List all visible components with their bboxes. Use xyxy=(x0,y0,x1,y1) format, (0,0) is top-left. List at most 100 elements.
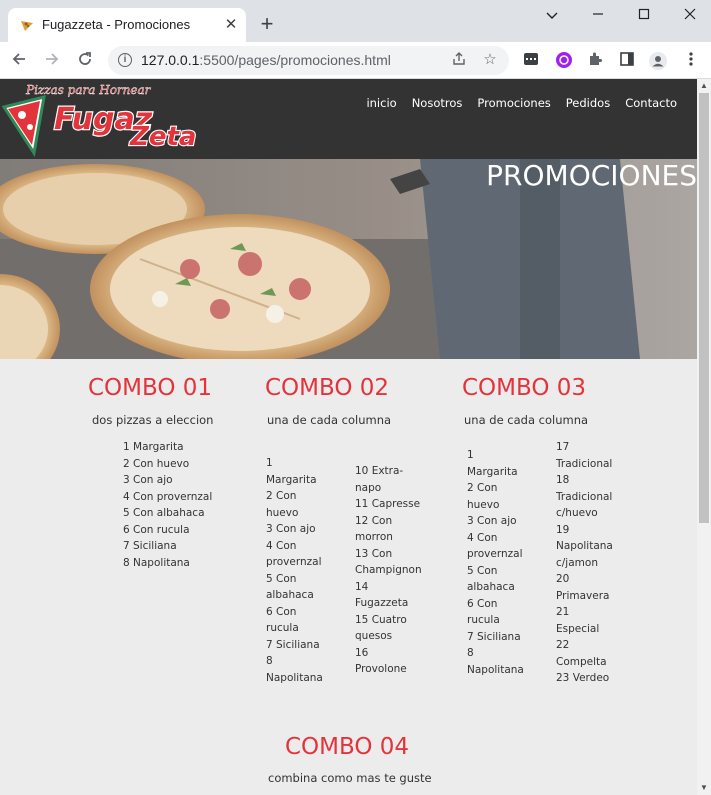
browser-tabstrip: Fugazzeta - Promociones ✕ + xyxy=(0,0,711,42)
list-item: Champignon xyxy=(355,564,422,576)
combo-03-title: COMBO 03 xyxy=(462,375,587,401)
nav-link-nosotros[interactable]: Nosotros xyxy=(412,96,463,110)
list-item: 13 Con xyxy=(355,547,393,560)
nav-link-pedidos[interactable]: Pedidos xyxy=(566,96,610,110)
list-item: 7 Siciliana xyxy=(266,638,320,651)
reload-icon[interactable] xyxy=(74,50,96,72)
nav-link-promociones[interactable]: Promociones xyxy=(477,96,550,110)
list-item: 1 xyxy=(467,449,474,461)
list-item: 17 xyxy=(556,441,570,453)
list-item: 8 xyxy=(266,655,273,667)
list-item: 23 Verdeo xyxy=(556,672,610,684)
list-item: Especial xyxy=(556,622,600,635)
bookmark-star-icon[interactable]: ☆ xyxy=(481,51,499,69)
list-item: Tradicional xyxy=(556,490,613,503)
page-viewport: Pizzas para Hornear Fugaz Zeta inicio No… xyxy=(0,79,697,795)
list-item: Tradicional xyxy=(556,457,613,470)
combo-01-list: 1 Margarita 2 Con huevo 3 Con ajo 4 Con … xyxy=(123,439,212,571)
list-item: 11 Capresse xyxy=(355,498,421,510)
browser-toolbar: i 127.0.0.1:5500/pages/promociones.html … xyxy=(0,42,711,79)
browser-tab[interactable]: Fugazzeta - Promociones ✕ xyxy=(8,8,246,42)
extension-purple-icon[interactable] xyxy=(554,51,574,71)
combo-02-subtitle: una de cada columna xyxy=(267,413,392,427)
list-item: rucula xyxy=(266,622,299,634)
list-item: 6 Con xyxy=(266,605,297,618)
minimize-button[interactable] xyxy=(578,2,618,28)
site-info-icon[interactable]: i xyxy=(118,53,132,67)
close-window-button[interactable] xyxy=(670,2,710,28)
page-scrollbar[interactable]: ▲ ▼ xyxy=(697,79,711,795)
back-arrow-icon[interactable] xyxy=(8,50,30,72)
list-item: 7 Siciliana xyxy=(123,540,177,552)
list-item: 3 Con ajo xyxy=(123,474,173,486)
list-item: Margarita xyxy=(467,465,518,478)
extension-devtools-icon[interactable] xyxy=(521,51,541,71)
combo-02-column-1: 1 Margarita 2 Con huevo 3 Con ajo 4 Con … xyxy=(266,455,323,686)
list-item: Fugazzeta xyxy=(355,597,409,609)
list-item: c/jamon xyxy=(556,556,598,569)
tab-search-chevron-icon[interactable] xyxy=(532,2,572,28)
list-item: 5 Con albahaca xyxy=(123,507,205,519)
list-item: 5 Con xyxy=(467,564,498,577)
list-item: 14 xyxy=(355,580,369,593)
new-tab-button[interactable]: + xyxy=(256,13,278,35)
list-item: 8 Napolitana xyxy=(123,556,190,569)
list-item: albahaca xyxy=(266,589,314,601)
list-item: 20 xyxy=(556,573,570,585)
svg-text:Zeta: Zeta xyxy=(129,122,196,152)
list-item: 3 Con ajo xyxy=(266,523,316,535)
forward-arrow-icon[interactable] xyxy=(41,50,63,72)
tab-title: Fugazzeta - Promociones xyxy=(42,17,191,32)
combo-01-subtitle: dos pizzas a eleccion xyxy=(92,413,214,427)
list-item: 4 Con provernzal xyxy=(123,490,213,503)
list-item: 1 Margarita xyxy=(123,441,184,453)
list-item: 21 xyxy=(556,606,570,618)
combo-03-column-2: 17 Tradicional 18 Tradicional c/huevo 19… xyxy=(556,439,613,687)
share-icon[interactable] xyxy=(450,51,468,69)
list-item: 8 xyxy=(467,647,474,659)
list-item: rucula xyxy=(467,614,500,626)
list-item: albahaca xyxy=(467,581,515,593)
list-item: 6 Con xyxy=(467,597,498,610)
list-item: 4 Con xyxy=(467,531,498,544)
list-item: huevo xyxy=(266,506,299,519)
nav-link-inicio[interactable]: inicio xyxy=(366,96,396,110)
list-item: c/huevo xyxy=(556,507,598,519)
tab-close-icon[interactable]: ✕ xyxy=(222,16,240,34)
list-item: provernzal xyxy=(467,548,523,560)
combo-03-column-1: 1 Margarita 2 Con huevo 3 Con ajo 4 Con … xyxy=(467,447,524,678)
list-item: 7 Siciliana xyxy=(467,630,521,643)
list-item: Margarita xyxy=(266,473,317,486)
list-item: Provolone xyxy=(355,663,407,675)
list-item: 16 xyxy=(355,646,369,659)
scroll-up-arrow-icon[interactable]: ▲ xyxy=(699,81,709,91)
scroll-down-arrow-icon[interactable]: ▼ xyxy=(699,783,709,793)
site-logo[interactable]: Pizzas para Hornear Fugaz Zeta xyxy=(0,79,198,159)
list-item: quesos xyxy=(355,630,393,642)
hero-banner: PROMOCIONES xyxy=(0,159,697,359)
menu-kebab-icon[interactable] xyxy=(681,51,701,71)
list-item: 3 Con ajo xyxy=(467,515,517,527)
maximize-button[interactable] xyxy=(624,2,664,28)
list-item: 18 xyxy=(556,474,570,486)
list-item: 19 xyxy=(556,523,570,536)
list-item: Napolitana xyxy=(556,540,613,552)
combo-03-subtitle: una de cada columna xyxy=(464,413,589,427)
nav-link-contacto[interactable]: Contacto xyxy=(625,96,677,110)
list-item: huevo xyxy=(467,498,500,511)
extensions-puzzle-icon[interactable] xyxy=(585,51,605,71)
combo-04-title: COMBO 04 xyxy=(285,734,410,760)
list-item: 15 Cuatro xyxy=(355,613,407,626)
list-item: Primavera xyxy=(556,589,610,602)
list-item: 2 Con huevo xyxy=(123,457,190,470)
side-panel-icon[interactable] xyxy=(617,51,637,71)
list-item: Napolitana xyxy=(266,671,323,684)
main-nav: inicio Nosotros Promociones Pedidos Cont… xyxy=(366,96,677,110)
list-item: provernzal xyxy=(266,556,322,568)
profile-avatar-icon[interactable] xyxy=(648,51,668,71)
scrollbar-thumb[interactable] xyxy=(699,93,709,523)
list-item: 2 Con xyxy=(266,490,297,502)
list-item: 10 Extra- xyxy=(355,465,404,477)
address-bar[interactable]: i 127.0.0.1:5500/pages/promociones.html … xyxy=(108,46,509,75)
list-item: Napolitana xyxy=(467,663,524,676)
